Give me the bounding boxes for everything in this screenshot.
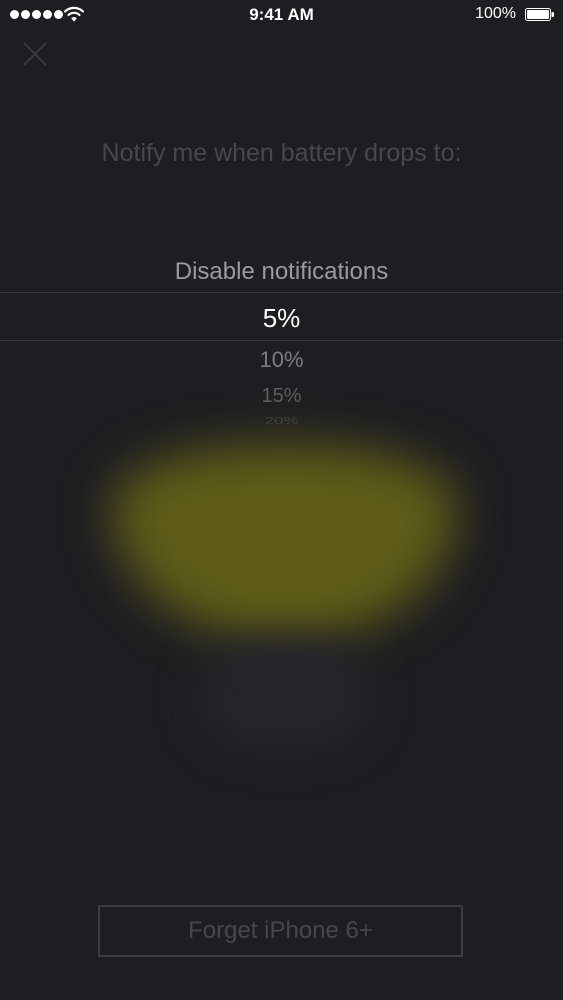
picker-option[interactable]: 15% — [0, 385, 563, 408]
battery-percent: 100% — [475, 5, 516, 22]
blurred-device-glow — [112, 446, 457, 642]
close-icon[interactable] — [20, 39, 50, 69]
forget-device-button[interactable]: Forget iPhone 6+ — [98, 905, 463, 957]
picker-option[interactable]: 20% — [0, 415, 563, 427]
battery-threshold-picker[interactable]: Disable notifications 5% 10% 15% 20% — [0, 250, 563, 435]
blurred-device-shadow — [200, 640, 370, 750]
battery-icon — [525, 8, 554, 21]
picker-option-selected[interactable]: 5% — [0, 303, 563, 334]
picker-selection-top-line — [0, 292, 563, 293]
picker-option-disable-notifications[interactable]: Disable notifications — [0, 258, 563, 286]
picker-selection-bottom-line — [0, 340, 563, 341]
notify-prompt: Notify me when battery drops to: — [101, 139, 462, 167]
status-bar: 9:41 AM 100% — [0, 0, 563, 30]
picker-option[interactable]: 10% — [0, 347, 563, 373]
